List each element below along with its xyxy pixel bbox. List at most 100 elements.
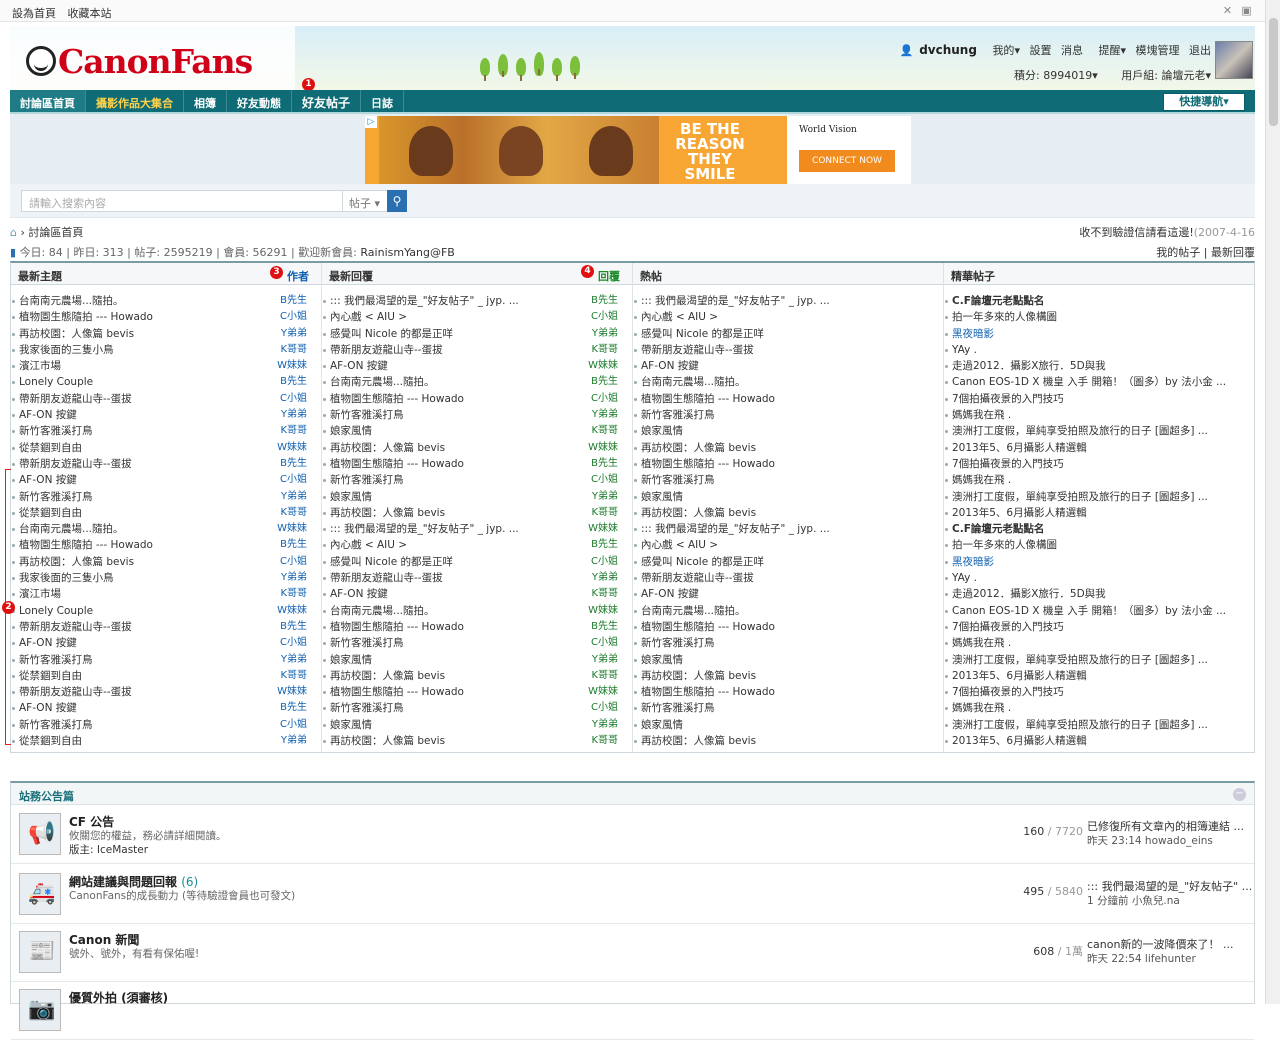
topic-link[interactable]: 濱江市場 — [19, 358, 61, 374]
topic-link[interactable]: AF-ON 按鍵 — [641, 586, 699, 602]
author-link[interactable]: W妹妹 — [588, 358, 618, 374]
topic-link[interactable]: 從禁錮到自由 — [19, 733, 82, 749]
author-link[interactable]: W妹妹 — [588, 603, 618, 619]
topic-link[interactable]: 再訪校園：人像篇 bevis — [330, 505, 445, 521]
forum-icon[interactable]: 📰 — [19, 931, 61, 973]
topic-link[interactable]: 感覺叫 Nicole 的都是正咩 — [330, 326, 453, 342]
nav-friend-activity[interactable]: 好友動態 — [227, 90, 292, 112]
author-link[interactable]: C小姐 — [280, 472, 307, 488]
topic-link[interactable]: 澳洲打工度假，單純享受拍照及旅行的日子 [圖超多] ... — [952, 489, 1208, 505]
topic-link[interactable]: ::: 我們最渴望的是_"好友帖子" _ jyp. ... — [330, 521, 519, 537]
topic-link[interactable]: 7個拍攝夜景的入門技巧 — [952, 619, 1064, 635]
topic-link[interactable]: 新竹客雅溪打鳥 — [19, 489, 93, 505]
author-link[interactable]: K哥哥 — [280, 342, 307, 358]
topic-link[interactable]: 媽媽我在飛 . — [952, 700, 1011, 716]
topic-link[interactable]: 植物園生態隨拍 --- Howado — [330, 684, 464, 700]
topic-link[interactable]: 新竹客雅溪打鳥 — [330, 407, 404, 423]
user-group-menu[interactable]: 用戶組: 論壇元老▾ — [1111, 69, 1211, 82]
topic-link[interactable]: 娘家風情 — [330, 652, 372, 668]
forum-icon[interactable]: 🚑 — [19, 873, 61, 915]
bookmark-link[interactable]: 收藏本站 — [68, 7, 112, 20]
author-link[interactable]: B先生 — [591, 619, 618, 635]
topic-link[interactable]: 媽媽我在飛 . — [952, 407, 1011, 423]
forum-name-text[interactable]: CF 公告 — [69, 815, 114, 829]
topic-link[interactable]: Canon EOS-1D X 機皇 入手 開箱！（圖多）by 法小金 ... — [952, 603, 1226, 619]
author-link[interactable]: Y弟弟 — [592, 489, 618, 505]
topic-link[interactable]: 帶新朋友遊龍山寺--蛋拔 — [19, 456, 132, 472]
topic-link[interactable]: YAy . — [952, 570, 977, 586]
topic-link[interactable]: 我家後面的三隻小鳥 — [19, 342, 114, 358]
author-link[interactable]: K哥哥 — [591, 733, 618, 749]
topic-link[interactable]: 新竹客雅溪打鳥 — [641, 635, 715, 651]
forum-icon[interactable]: 📢 — [19, 813, 61, 855]
author-link[interactable]: K哥哥 — [280, 586, 307, 602]
topic-link[interactable]: 再訪校園：人像篇 bevis — [641, 668, 756, 684]
new-member-link[interactable]: RainismYang@FB — [360, 246, 454, 259]
topic-link[interactable]: 2013年5、6月攝影人精選輯 — [952, 440, 1087, 456]
author-link[interactable]: W妹妹 — [277, 440, 307, 456]
topic-link[interactable]: 黑夜暗影 — [952, 326, 994, 342]
forum-name[interactable]: 網站建議與問題回報 (6) — [69, 873, 198, 890]
forum-name[interactable]: 優質外拍 (須審核) — [69, 989, 168, 1006]
topic-link[interactable]: Canon EOS-1D X 機皇 入手 開箱！（圖多）by 法小金 ... — [952, 374, 1226, 390]
nav-friend-posts[interactable]: 好友帖子 — [292, 90, 362, 112]
close-icon[interactable]: ✕ — [1221, 4, 1234, 17]
topic-link[interactable]: 從禁錮到自由 — [19, 505, 82, 521]
author-link[interactable]: C小姐 — [280, 309, 307, 325]
forum-name-text[interactable]: 優質外拍 (須審核) — [69, 991, 168, 1005]
topic-link[interactable]: 帶新朋友遊龍山寺--蛋拔 — [641, 570, 754, 586]
topic-link[interactable]: 再訪校園：人像篇 bevis — [19, 326, 134, 342]
topic-link[interactable]: 走過2012．攝影X旅行．5D與我 — [952, 358, 1106, 374]
author-link[interactable]: B先生 — [591, 456, 618, 472]
topic-link[interactable]: ::: 我們最渴望的是_"好友帖子" _ jyp. ... — [641, 293, 830, 309]
forum-name[interactable]: CF 公告 — [69, 813, 114, 830]
topic-link[interactable]: 植物園生態隨拍 --- Howado — [19, 309, 153, 325]
search-button[interactable]: ⚲ — [387, 190, 407, 212]
topic-link[interactable]: ::: 我們最渴望的是_"好友帖子" _ jyp. ... — [330, 293, 519, 309]
author-link[interactable]: Y弟弟 — [592, 326, 618, 342]
topic-link[interactable]: 台南南元農場...隨拍。 — [330, 603, 435, 619]
topic-link[interactable]: 7個拍攝夜景的入門技巧 — [952, 684, 1064, 700]
author-link[interactable]: K哥哥 — [591, 505, 618, 521]
set-home-link[interactable]: 設為首頁 — [12, 7, 56, 20]
author-link[interactable]: C小姐 — [280, 554, 307, 570]
topic-link[interactable]: AF-ON 按鍵 — [330, 358, 388, 374]
author-link[interactable]: Y弟弟 — [281, 407, 307, 423]
author-link[interactable]: K哥哥 — [280, 668, 307, 684]
topic-link[interactable]: 從禁錮到自由 — [19, 668, 82, 684]
topic-link[interactable]: 拍一年多來的人像構圖 — [952, 537, 1057, 553]
topic-link[interactable]: 新竹客雅溪打鳥 — [330, 635, 404, 651]
author-link[interactable]: B先生 — [591, 374, 618, 390]
topic-link[interactable]: 台南南元農場...隨拍。 — [19, 521, 124, 537]
topic-link[interactable]: AF-ON 按鍵 — [19, 635, 77, 651]
topic-link[interactable]: AF-ON 按鍵 — [19, 472, 77, 488]
topic-link[interactable]: 感覺叫 Nicole 的都是正咩 — [641, 554, 764, 570]
adchoices-icon[interactable]: ▷ — [365, 116, 377, 128]
author-link[interactable]: W妹妹 — [588, 684, 618, 700]
topic-link[interactable]: 帶新朋友遊龍山寺--蛋拔 — [641, 342, 754, 358]
author-link[interactable]: B先生 — [280, 700, 307, 716]
author-link[interactable]: C小姐 — [591, 309, 618, 325]
section-title[interactable]: 站務公告篇 — [11, 783, 1254, 805]
topic-link[interactable]: 媽媽我在飛 . — [952, 472, 1011, 488]
topic-link[interactable]: 娘家風情 — [641, 652, 683, 668]
topic-link[interactable]: 再訪校園：人像篇 bevis — [641, 733, 756, 749]
author-link[interactable]: Y弟弟 — [281, 326, 307, 342]
author-link[interactable]: W妹妹 — [277, 521, 307, 537]
author-link[interactable]: Y弟弟 — [592, 652, 618, 668]
topic-link[interactable]: 新竹客雅溪打鳥 — [641, 472, 715, 488]
topic-link[interactable]: 植物園生態隨拍 --- Howado — [330, 619, 464, 635]
topic-link[interactable]: 內心戲 < AIU > — [641, 537, 718, 553]
topic-link[interactable]: 感覺叫 Nicole 的都是正咩 — [641, 326, 764, 342]
module-manage-link[interactable]: 模塊管理 — [1136, 44, 1180, 57]
quick-nav-button[interactable]: 快捷導航▾ — [1163, 93, 1245, 111]
my-posts-link[interactable]: 我的帖子 — [1156, 246, 1200, 259]
topic-link[interactable]: 新竹客雅溪打鳥 — [330, 472, 404, 488]
topic-link[interactable]: 感覺叫 Nicole 的都是正咩 — [330, 554, 453, 570]
author-link[interactable]: W妹妹 — [277, 358, 307, 374]
author-link[interactable]: K哥哥 — [591, 342, 618, 358]
latest-replies-link[interactable]: 最新回覆 — [1211, 246, 1255, 259]
vertical-scrollbar[interactable] — [1265, 0, 1280, 1004]
collapse-icon[interactable]: − — [1233, 788, 1246, 801]
notice-link[interactable]: 收不到驗證信請看這邊! — [1079, 226, 1193, 239]
